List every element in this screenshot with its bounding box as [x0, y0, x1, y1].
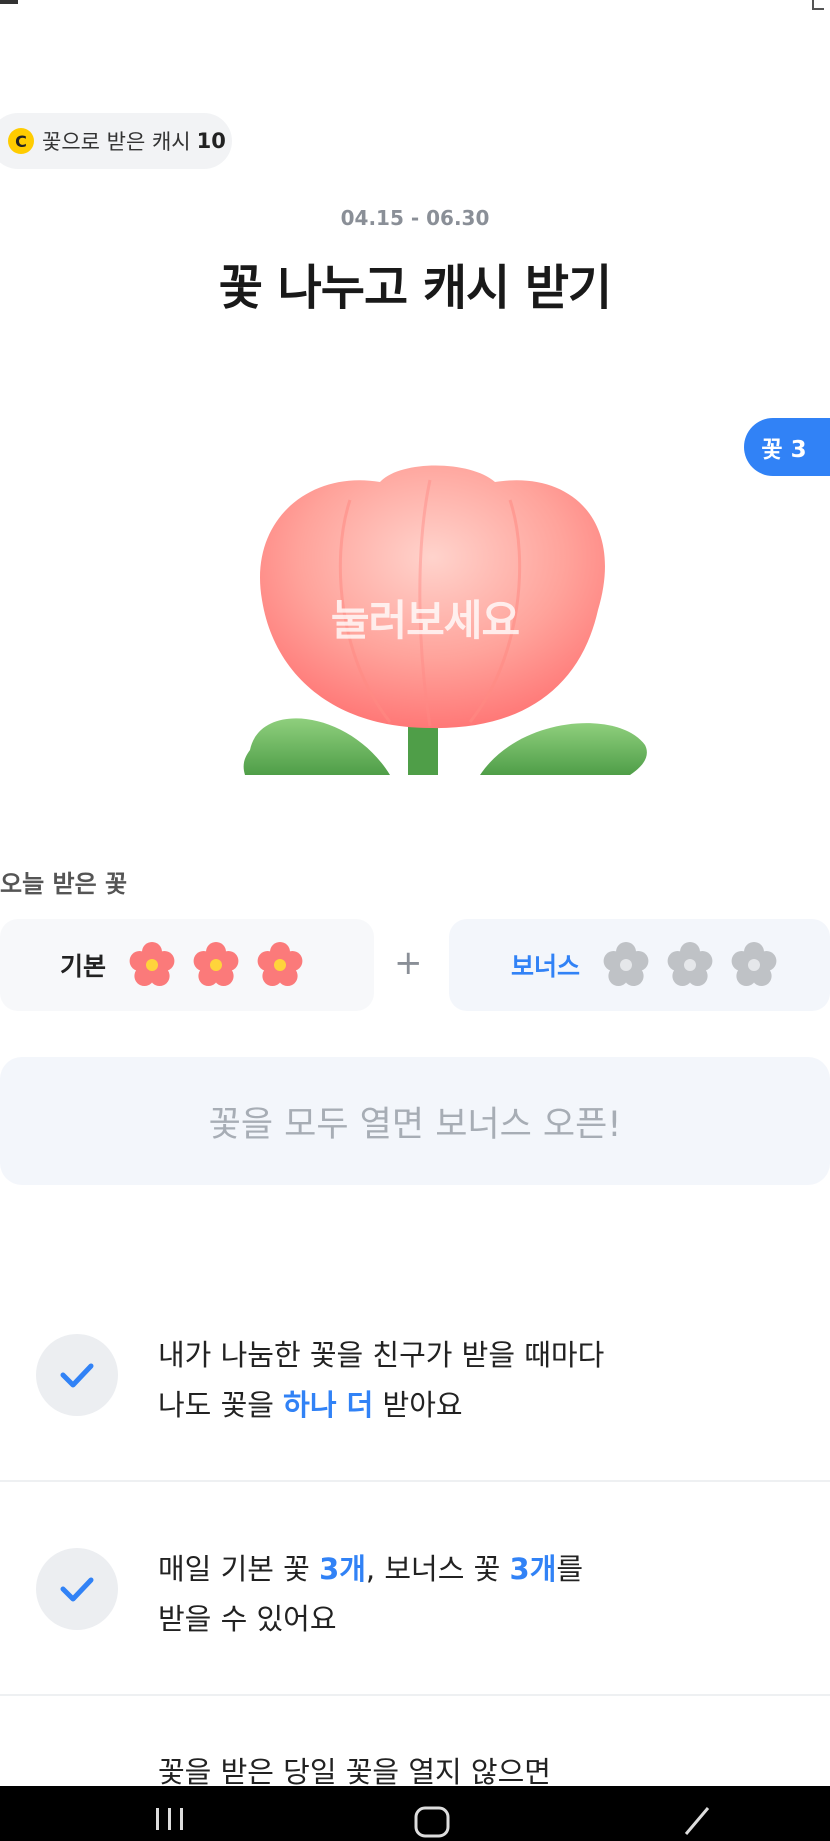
coin-icon: C: [8, 128, 34, 154]
divider: [0, 1694, 830, 1696]
flower-count-badge[interactable]: 꽃 3: [744, 418, 830, 476]
flower-icon: [193, 942, 239, 986]
flower-icon: [603, 942, 649, 986]
info-text-share: 내가 나눔한 꽃을 친구가 받을 때마다 나도 꽃을 하나 더 받아요: [158, 1338, 605, 1422]
bonus-label: 보너스: [511, 952, 581, 981]
system-nav-bar: [0, 1786, 830, 1841]
cash-earned-chip[interactable]: C 꽃으로 받은 캐시 10: [0, 113, 232, 169]
flower-icon: [129, 942, 175, 986]
flower-icon: [731, 942, 777, 986]
share-icon-fragment[interactable]: [812, 0, 824, 10]
check-icon: [36, 1548, 118, 1630]
info-text-daily: 매일 기본 꽃 3개, 보너스 꽃 3개를 받을 수 있어요: [158, 1552, 584, 1636]
flower-icon: [257, 942, 303, 986]
recent-apps-icon[interactable]: [152, 1804, 188, 1834]
today-flowers-title: 오늘 받은 꽃: [0, 870, 128, 898]
event-period: 04.15 - 06.30: [340, 206, 490, 230]
plus-sign: +: [394, 943, 423, 983]
back-arrow-fragment[interactable]: [0, 0, 18, 4]
cash-earned-value: 10: [196, 129, 226, 153]
cash-earned-label: 꽃으로 받은 캐시: [42, 130, 191, 154]
check-icon: [36, 1334, 118, 1416]
home-icon[interactable]: [412, 1804, 452, 1838]
back-icon[interactable]: [678, 1804, 714, 1838]
bonus-flowers-card: 보너스: [449, 919, 830, 1011]
page-title: 꽃 나누고 캐시 받기: [218, 260, 612, 316]
basic-flowers-card: 기본: [0, 919, 374, 1011]
press-hint-label: 눌러보세요: [330, 596, 520, 645]
bonus-open-banner: 꽃을 모두 열면 보너스 오픈!: [0, 1057, 830, 1185]
basic-label: 기본: [60, 952, 107, 981]
flower-icon: [667, 942, 713, 986]
divider: [0, 1480, 830, 1482]
